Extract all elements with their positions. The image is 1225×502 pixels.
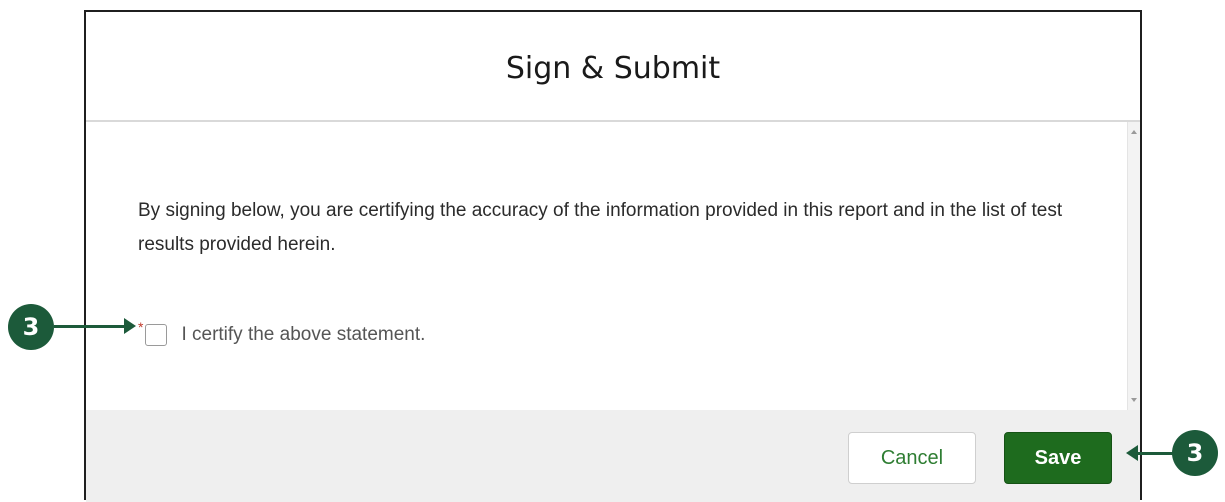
dialog-scrollbar[interactable]	[1127, 122, 1140, 410]
dialog-title: Sign & Submit	[505, 50, 721, 86]
cancel-button[interactable]: Cancel	[848, 432, 976, 484]
right-arrow-icon	[54, 318, 136, 334]
certify-checkbox[interactable]	[145, 324, 168, 346]
dialog-footer: Cancel Save	[86, 410, 1140, 502]
sign-submit-dialog: Sign & Submit By signing below, you are …	[84, 10, 1142, 502]
dialog-body: By signing below, you are certifying the…	[86, 122, 1140, 410]
save-button[interactable]: Save	[1004, 432, 1112, 484]
scroll-up-icon[interactable]	[1131, 130, 1137, 134]
scroll-down-icon[interactable]	[1131, 398, 1137, 402]
dialog-header: Sign & Submit	[86, 12, 1140, 122]
certification-statement: By signing below, you are certifying the…	[138, 200, 1063, 255]
step-callout-right: 3	[1172, 430, 1218, 476]
required-indicator: *	[138, 319, 144, 335]
left-arrow-icon	[1126, 445, 1174, 461]
step-callout-left: 3	[8, 304, 54, 350]
certify-row[interactable]: * I certify the above statement.	[138, 319, 425, 350]
certify-label[interactable]: I certify the above statement.	[181, 324, 425, 346]
